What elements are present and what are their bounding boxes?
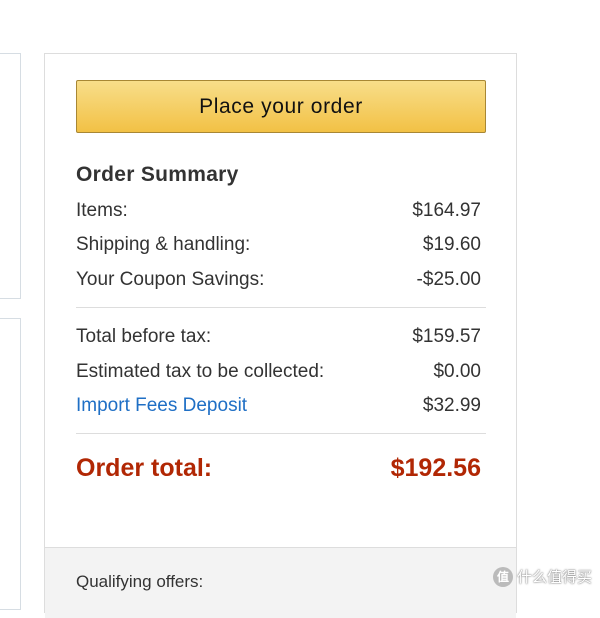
coupon-savings-label: Your Coupon Savings: <box>76 269 265 290</box>
coupon-savings-row: Your Coupon Savings: -$25.00 <box>76 267 481 293</box>
total-before-tax-row: Total before tax: $159.57 <box>76 324 481 350</box>
qualifying-offers-label: Qualifying offers: <box>76 572 204 591</box>
coupon-savings-value: -$25.00 <box>416 269 481 290</box>
import-fees-deposit-link[interactable]: Import Fees Deposit <box>76 395 247 417</box>
left-column-panel-bottom <box>0 318 21 610</box>
total-before-tax-label: Total before tax: <box>76 326 212 347</box>
watermark-logo-icon: 值 <box>492 566 513 587</box>
order-total-label: Order total: <box>76 453 213 482</box>
total-before-tax-value: $159.57 <box>412 326 481 347</box>
place-order-button[interactable]: Place your order <box>76 80 486 133</box>
watermark: 值 什么值得买 <box>492 566 592 587</box>
order-total-row: Order total: $192.56 <box>76 451 481 485</box>
shipping-label: Shipping & handling: <box>76 234 251 255</box>
qualifying-offers-section: Qualifying offers: <box>45 547 516 618</box>
estimated-tax-value: $0.00 <box>433 361 481 382</box>
estimated-tax-row: Estimated tax to be collected: $0.00 <box>76 359 481 385</box>
order-summary-title: Order Summary <box>76 163 239 186</box>
order-summary-panel: Place your order Order Summary Items: $1… <box>44 53 517 618</box>
items-label: Items: <box>76 200 128 221</box>
items-value: $164.97 <box>412 200 481 221</box>
shipping-row: Shipping & handling: $19.60 <box>76 232 481 258</box>
import-fees-value: $32.99 <box>422 395 481 416</box>
total-divider <box>76 433 486 434</box>
left-column-panel-top <box>0 53 21 299</box>
estimated-tax-label: Estimated tax to be collected: <box>76 361 325 382</box>
shipping-value: $19.60 <box>422 234 481 255</box>
summary-divider <box>76 307 486 308</box>
watermark-text: 什么值得买 <box>516 569 592 586</box>
items-row: Items: $164.97 <box>76 198 481 224</box>
order-total-value: $192.56 <box>390 453 481 482</box>
import-fees-row: Import Fees Deposit $32.99 <box>76 393 481 419</box>
